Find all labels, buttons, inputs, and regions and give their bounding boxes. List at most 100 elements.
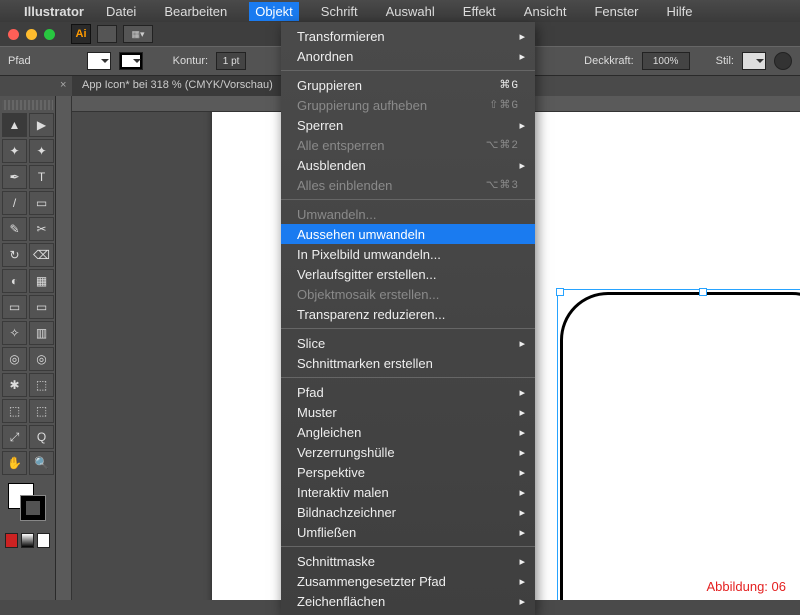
document-tab[interactable]: × App Icon* bei 318 % (CMYK/Vorschau) — [72, 76, 291, 96]
opacity-label: Deckkraft: — [584, 55, 634, 67]
tool-5[interactable]: T — [29, 165, 54, 189]
tool-16[interactable]: ✧ — [2, 321, 27, 345]
tool-10[interactable]: ↻ — [2, 243, 27, 267]
tool-8[interactable]: ✎ — [2, 217, 27, 241]
recolor-button[interactable] — [774, 52, 792, 70]
tool-26[interactable]: ✋ — [2, 451, 27, 475]
menuitem-label: Aussehen umwandeln — [297, 227, 425, 242]
menuitem-angleichen[interactable]: Angleichen — [281, 422, 535, 442]
tool-25[interactable]: Q — [29, 425, 54, 449]
tool-6[interactable]: / — [2, 191, 27, 215]
menu-schrift[interactable]: Schrift — [315, 2, 364, 21]
menuitem-gruppierung-aufheben: Gruppierung aufheben⇧⌘G — [281, 95, 535, 115]
app-name[interactable]: Illustrator — [24, 4, 84, 19]
tool-9[interactable]: ✂ — [29, 217, 54, 241]
menuitem-verzerrungsh-lle[interactable]: Verzerrungshülle — [281, 442, 535, 462]
menuitem-label: Zeichenflächen — [297, 594, 385, 609]
menuitem-label: Gruppieren — [297, 78, 362, 93]
menuitem-bildnachzeichner[interactable]: Bildnachzeichner — [281, 502, 535, 522]
fill-stroke-control[interactable] — [2, 481, 53, 529]
menuitem-umflie-en[interactable]: Umfließen — [281, 522, 535, 542]
menuitem-anordnen[interactable]: Anordnen — [281, 46, 535, 66]
menuitem-transformieren[interactable]: Transformieren — [281, 26, 535, 46]
zoom-icon[interactable] — [44, 29, 55, 40]
menuitem-slice[interactable]: Slice — [281, 333, 535, 353]
tool-20[interactable]: ✱ — [2, 373, 27, 397]
tool-3[interactable]: ✦ — [29, 139, 54, 163]
menuitem-aussehen-umwandeln[interactable]: Aussehen umwandeln — [281, 224, 535, 244]
menuitem-label: Anordnen — [297, 49, 353, 64]
menuitem-label: Verzerrungshülle — [297, 445, 395, 460]
selection-bounds — [560, 292, 800, 600]
menuitem-umwandeln-: Umwandeln... — [281, 204, 535, 224]
style-label: Stil: — [716, 55, 734, 67]
tool-17[interactable]: ▥ — [29, 321, 54, 345]
menuitem-label: Schnittmaske — [297, 554, 375, 569]
menu-bearbeiten[interactable]: Bearbeiten — [158, 2, 233, 21]
menuitem-sperren[interactable]: Sperren — [281, 115, 535, 135]
tool-11[interactable]: ⌫ — [29, 243, 54, 267]
menuitem-pfad[interactable]: Pfad — [281, 382, 535, 402]
bridge-button[interactable] — [97, 25, 117, 43]
tab-close-icon[interactable]: × — [60, 79, 66, 91]
tool-13[interactable]: ▦ — [29, 269, 54, 293]
tool-0[interactable]: ▲ — [2, 113, 27, 137]
arrange-documents-button[interactable]: ▦▾ — [123, 25, 153, 43]
tool-14[interactable]: ▭ — [2, 295, 27, 319]
menuitem-label: Muster — [297, 405, 337, 420]
tool-21[interactable]: ⬚ — [29, 373, 54, 397]
menuitem-zusammengesetzter-pfad[interactable]: Zusammengesetzter Pfad — [281, 571, 535, 591]
traffic-lights — [8, 29, 55, 40]
vertical-ruler[interactable] — [56, 96, 72, 600]
menuitem-muster[interactable]: Muster — [281, 402, 535, 422]
tool-2[interactable]: ✦ — [2, 139, 27, 163]
menuitem-gruppieren[interactable]: Gruppieren⌘G — [281, 75, 535, 95]
menuitem-in-pixelbild-umwandeln-[interactable]: In Pixelbild umwandeln... — [281, 244, 535, 264]
stroke-label: Kontur: — [173, 55, 208, 67]
panel-grip[interactable] — [2, 100, 53, 110]
menuitem-schnittmarken-erstellen[interactable]: Schnittmarken erstellen — [281, 353, 535, 373]
menuitem-label: Schnittmarken erstellen — [297, 356, 433, 371]
fill-swatch[interactable] — [87, 52, 111, 70]
mac-menubar: Illustrator Datei Bearbeiten Objekt Schrift… — [0, 0, 800, 22]
menu-auswahl[interactable]: Auswahl — [380, 2, 441, 21]
menu-objekt[interactable]: Objekt — [249, 2, 299, 21]
tool-19[interactable]: ◎ — [29, 347, 54, 371]
tool-23[interactable]: ⬚ — [29, 399, 54, 423]
tool-27[interactable]: 🔍 — [29, 451, 54, 475]
style-swatch[interactable] — [742, 52, 766, 70]
color-mode-swatch[interactable] — [5, 533, 18, 548]
objekt-menu[interactable]: Transformieren Anordnen Gruppieren⌘GGruppi… — [281, 22, 535, 615]
menuitem-verlaufsgitter-erstellen-[interactable]: Verlaufsgitter erstellen... — [281, 264, 535, 284]
menuitem-zeichenfl-chen[interactable]: Zeichenflächen — [281, 591, 535, 611]
menuitem-ausblenden[interactable]: Ausblenden — [281, 155, 535, 175]
tool-1[interactable]: ▶ — [29, 113, 54, 137]
tool-4[interactable]: ✒ — [2, 165, 27, 189]
menuitem-label: Slice — [297, 336, 325, 351]
none-mode-swatch[interactable] — [37, 533, 50, 548]
gradient-mode-swatch[interactable] — [21, 533, 34, 548]
tool-22[interactable]: ⬚ — [2, 399, 27, 423]
tool-12[interactable]: ◐ — [2, 269, 27, 293]
menuitem-shortcut: ⇧⌘G — [489, 98, 519, 112]
menu-datei[interactable]: Datei — [100, 2, 142, 21]
menuitem-label: Zusammengesetzter Pfad — [297, 574, 446, 589]
menu-fenster[interactable]: Fenster — [588, 2, 644, 21]
menuitem-label: Objektmosaik erstellen... — [297, 287, 439, 302]
menuitem-perspektive[interactable]: Perspektive — [281, 462, 535, 482]
menu-hilfe[interactable]: Hilfe — [661, 2, 699, 21]
opacity-input[interactable]: 100% — [642, 52, 690, 70]
tool-7[interactable]: ▭ — [29, 191, 54, 215]
menuitem-schnittmaske[interactable]: Schnittmaske — [281, 551, 535, 571]
stroke-weight-input[interactable]: 1 pt — [216, 52, 246, 70]
tool-18[interactable]: ◎ — [2, 347, 27, 371]
tool-15[interactable]: ▭ — [29, 295, 54, 319]
menuitem-transparenz-reduzieren-[interactable]: Transparenz reduzieren... — [281, 304, 535, 324]
tool-24[interactable]: ⤢ — [2, 425, 27, 449]
menu-ansicht[interactable]: Ansicht — [518, 2, 573, 21]
menuitem-interaktiv-malen[interactable]: Interaktiv malen — [281, 482, 535, 502]
stroke-swatch[interactable] — [119, 52, 143, 70]
close-icon[interactable] — [8, 29, 19, 40]
minimize-icon[interactable] — [26, 29, 37, 40]
menu-effekt[interactable]: Effekt — [457, 2, 502, 21]
